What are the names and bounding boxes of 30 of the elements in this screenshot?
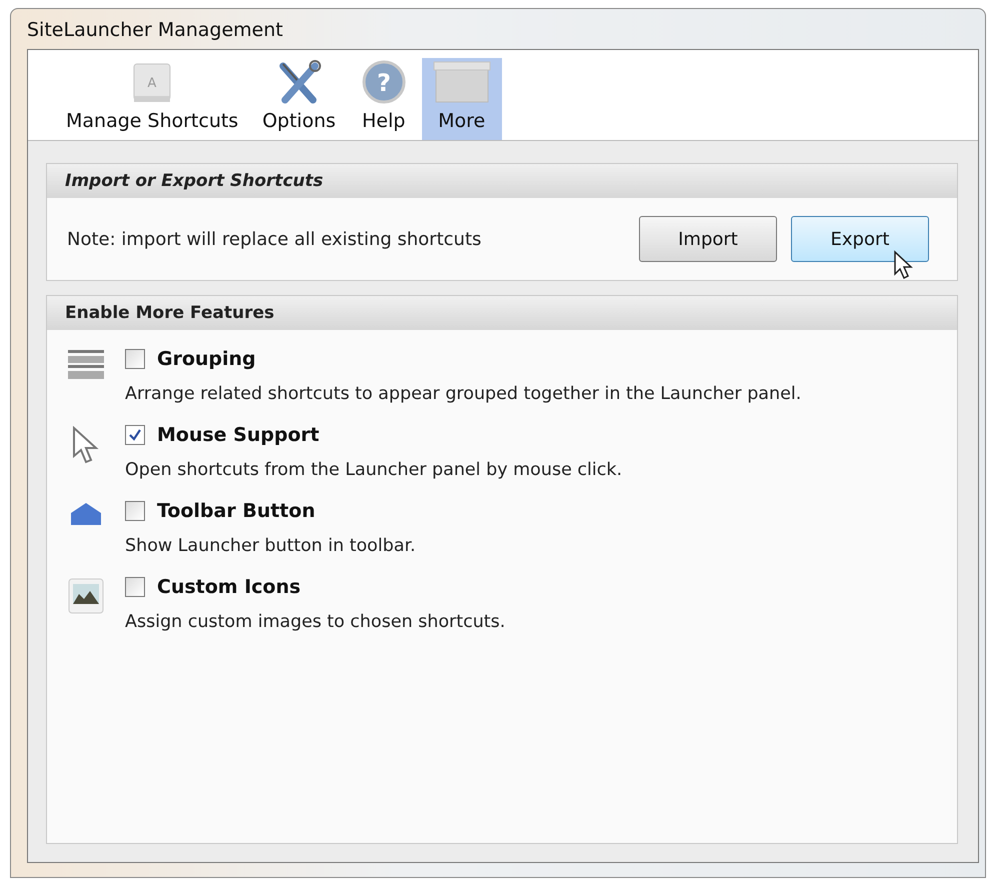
feature-description: Assign custom images to chosen shortcuts.: [125, 612, 506, 632]
feature-description: Show Launcher button in toolbar.: [125, 536, 416, 556]
house-shape-icon: [70, 502, 102, 526]
key-letter: A: [148, 76, 157, 91]
checkbox[interactable]: [125, 349, 145, 369]
section-heading: Enable More Features: [47, 296, 957, 330]
keycap-icon: [134, 64, 171, 102]
question-mark: ?: [376, 69, 391, 97]
dialog-button[interactable]: Export: [791, 216, 929, 262]
picture-icon: [68, 578, 104, 614]
toolbar-tab[interactable]: Options: [252, 58, 346, 140]
toolbar-tab[interactable]: A Manage Shortcuts: [56, 58, 248, 140]
toolbar-tab[interactable]: More: [422, 58, 502, 140]
grid-icon: [68, 350, 104, 380]
feature-label: Custom Icons: [157, 576, 301, 598]
help-circle-icon: [362, 60, 406, 104]
toolbar-tab[interactable]: ? Help: [350, 58, 418, 140]
checkbox[interactable]: [125, 501, 145, 521]
feature-label: Mouse Support: [157, 424, 320, 446]
note-text: Note: import will replace all existing shortcuts: [67, 228, 482, 250]
feature-label: Grouping: [157, 348, 256, 370]
dialog-button[interactable]: Import: [639, 216, 777, 262]
feature-description: Open shortcuts from the Launcher panel by mouse click.: [125, 460, 622, 480]
window-title: SiteLauncher Management: [27, 18, 284, 43]
checkbox[interactable]: [125, 425, 145, 445]
pointer-icon: [71, 426, 101, 466]
checkbox[interactable]: [125, 577, 145, 597]
section-heading: Import or Export Shortcuts: [47, 164, 957, 198]
feature-label: Toolbar Button: [157, 500, 316, 522]
feature-description: Arrange related shortcuts to appear grouped together in the Launcher panel.: [125, 384, 802, 404]
